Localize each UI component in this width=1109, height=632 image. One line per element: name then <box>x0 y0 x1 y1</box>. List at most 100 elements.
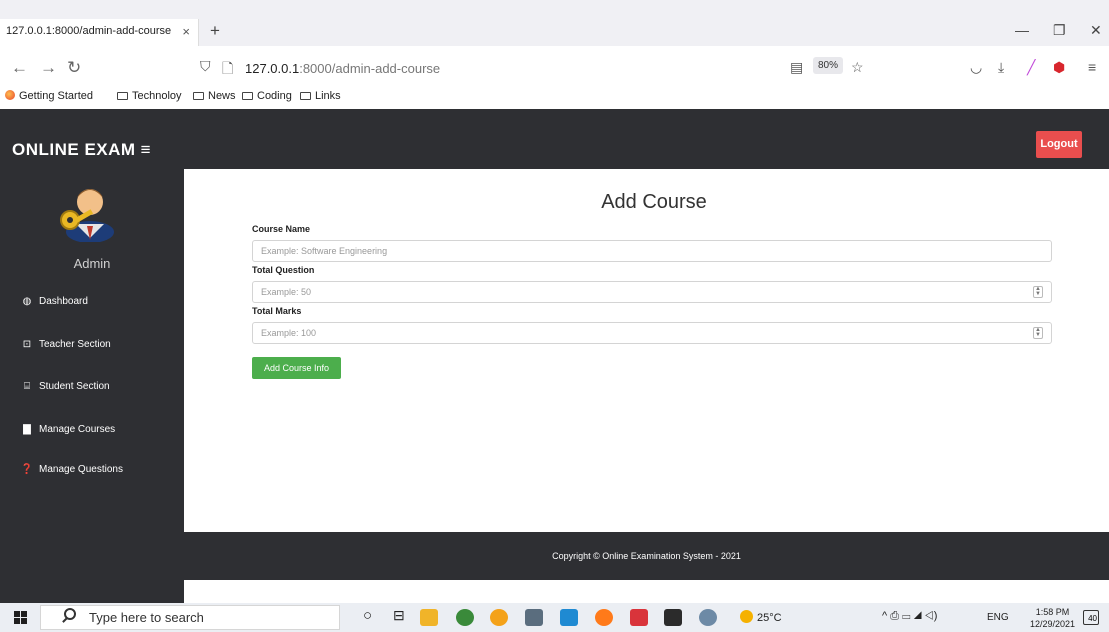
sidebar-item-label: Dashboard <box>39 296 88 307</box>
taskbar-clock[interactable]: 1:58 PM 12/29/2021 <box>1030 606 1075 630</box>
folder-icon <box>117 92 128 100</box>
temperature: 25°C <box>757 612 782 624</box>
language-indicator[interactable]: ENG <box>987 612 1009 623</box>
menu-icon[interactable]: ≡ <box>1088 59 1096 75</box>
forward-icon[interactable]: → <box>40 58 57 78</box>
restore-icon[interactable]: ❐ <box>1053 22 1066 39</box>
graduation-cap-icon: ⌸ <box>24 381 30 392</box>
sidebar-item-student-section[interactable]: ⌸ Student Section <box>20 381 110 392</box>
download-icon[interactable]: ⤓ <box>998 59 1004 76</box>
search-icon <box>64 608 76 620</box>
dashboard-icon: ◍ <box>22 296 32 307</box>
ublock-icon[interactable]: ⬢ <box>1053 59 1065 76</box>
firefox-icon <box>5 90 15 100</box>
task-view-icon[interactable]: ⊟ <box>393 607 405 624</box>
number-spinner-icon[interactable]: ▲ ▼ <box>1033 327 1043 339</box>
pen-extension-icon[interactable]: ╱ <box>1027 59 1035 76</box>
hamburger-menu-icon[interactable]: ≡ <box>141 140 151 160</box>
admin-name: Admin <box>73 256 111 271</box>
sidebar-item-manage-questions[interactable]: ❓ Manage Questions <box>20 464 123 475</box>
pocket-icon[interactable]: ◡ <box>970 59 982 76</box>
footer: Copyright © Online Examination System - … <box>184 532 1109 580</box>
sidebar-item-label: Manage Courses <box>39 424 116 435</box>
vscode-icon[interactable] <box>560 609 578 626</box>
sidebar-item-dashboard[interactable]: ◍ Dashboard <box>20 296 88 307</box>
taskbar-search-placeholder: Type here to search <box>89 610 204 625</box>
close-window-icon[interactable]: ✕ <box>1090 22 1102 39</box>
browser-toolbar: ← → ↻ 127.0.0.1:8000/admin-add-course ⛉ … <box>0 52 1109 86</box>
course-name-placeholder: Example: Software Engineering <box>261 246 388 256</box>
browser-tab[interactable]: 127.0.0.1:8000/admin-add-course × <box>0 19 199 46</box>
total-marks-placeholder: Example: 100 <box>261 328 317 338</box>
page-title: Add Course <box>601 191 707 213</box>
url-host: 127.0.0.1 <box>245 61 300 76</box>
sidebar-item-teacher-section[interactable]: ⊡ Teacher Section <box>20 339 111 350</box>
admin-avatar-icon <box>60 189 114 242</box>
cortana-icon[interactable]: ○ <box>363 607 372 624</box>
course-name-input[interactable]: Example: Software Engineering <box>252 240 1052 262</box>
chrome-icon[interactable] <box>490 609 508 626</box>
app-icon[interactable] <box>525 609 543 626</box>
reload-icon[interactable]: ↻ <box>67 58 81 78</box>
logout-button[interactable]: Logout <box>1036 131 1082 158</box>
minimize-icon[interactable]: — <box>1015 22 1029 38</box>
url-path: :8000/admin-add-course <box>299 61 441 76</box>
sidebar-item-label: Manage Questions <box>39 464 123 475</box>
clock-date: 12/29/2021 <box>1030 619 1076 629</box>
book-icon: ▇ <box>23 424 31 435</box>
bookmark-star-icon[interactable]: ☆ <box>851 59 864 76</box>
page-icon[interactable]: 🗋 <box>222 58 233 82</box>
chrome-profile-icon[interactable] <box>456 609 474 626</box>
notification-icon[interactable]: 40 <box>1083 610 1099 625</box>
total-marks-label: Total Marks <box>252 306 302 316</box>
zoom-level[interactable]: 80% <box>813 57 844 74</box>
taskbar-search-input[interactable]: Type here to search <box>40 605 340 630</box>
copyright-text: Copyright © Online Examination System - … <box>552 551 741 561</box>
reader-view-icon[interactable]: ▤ <box>790 59 803 76</box>
total-question-placeholder: Example: 50 <box>261 287 312 297</box>
system-tray-icons[interactable]: ^ ⎙ ▭ ◢ ◁) <box>882 610 937 623</box>
chalkboard-teacher-icon: ⊡ <box>22 339 32 350</box>
url-bar[interactable]: 127.0.0.1:8000/admin-add-course <box>193 55 673 83</box>
new-tab-button[interactable]: + <box>210 21 220 41</box>
tab-close-icon[interactable]: × <box>182 24 190 39</box>
brand-logo[interactable]: ONLINE EXAM ≡ <box>12 140 151 160</box>
weather[interactable]: 25°C <box>740 610 782 624</box>
bookmarks-bar: Getting Started Technoloy News Coding Li… <box>0 86 1109 108</box>
clock-time: 1:58 PM <box>1035 607 1070 617</box>
firefox-taskbar-icon[interactable] <box>595 609 613 626</box>
terminal-icon[interactable] <box>664 609 682 626</box>
tab-title: 127.0.0.1:8000/admin-add-course <box>6 25 172 37</box>
sidebar-item-label: Teacher Section <box>39 339 111 350</box>
back-icon[interactable]: ← <box>11 58 28 78</box>
bookmark-item[interactable]: News <box>193 90 236 102</box>
browser-tab-strip: 127.0.0.1:8000/admin-add-course × + — ❐ … <box>0 0 1109 46</box>
shield-icon[interactable]: ⛉ <box>200 58 211 75</box>
add-course-info-button[interactable]: Add Course Info <box>252 357 341 379</box>
file-explorer-icon[interactable] <box>420 609 438 626</box>
main-content <box>184 169 1109 532</box>
total-question-input[interactable]: Example: 50 ▲ ▼ <box>252 281 1052 303</box>
app-header <box>0 109 1109 169</box>
folder-icon <box>300 92 311 100</box>
course-name-label: Course Name <box>252 224 311 234</box>
bookmark-item[interactable]: Links <box>300 90 341 102</box>
windows-start-icon[interactable] <box>14 611 27 624</box>
total-marks-input[interactable]: Example: 100 ▲ ▼ <box>252 322 1052 344</box>
sidebar-item-label: Student Section <box>39 381 110 392</box>
folder-icon <box>193 92 204 100</box>
brand-title: ONLINE EXAM <box>12 140 136 159</box>
folder-icon <box>242 92 253 100</box>
taskbar: Type here to search <box>0 603 1109 632</box>
pdf-reader-icon[interactable] <box>630 609 648 626</box>
paint-icon[interactable] <box>699 609 717 626</box>
page-bottom <box>184 580 1109 603</box>
bookmark-item[interactable]: Technoloy <box>117 90 182 102</box>
bookmark-item[interactable]: Coding <box>242 90 292 102</box>
sun-icon <box>740 610 753 623</box>
total-question-label: Total Question <box>252 265 315 275</box>
number-spinner-icon[interactable]: ▲ ▼ <box>1033 286 1043 298</box>
question-circle-icon: ❓ <box>20 464 34 475</box>
sidebar-item-manage-courses[interactable]: ▇ Manage Courses <box>20 424 115 435</box>
bookmark-item[interactable]: Getting Started <box>5 90 93 102</box>
